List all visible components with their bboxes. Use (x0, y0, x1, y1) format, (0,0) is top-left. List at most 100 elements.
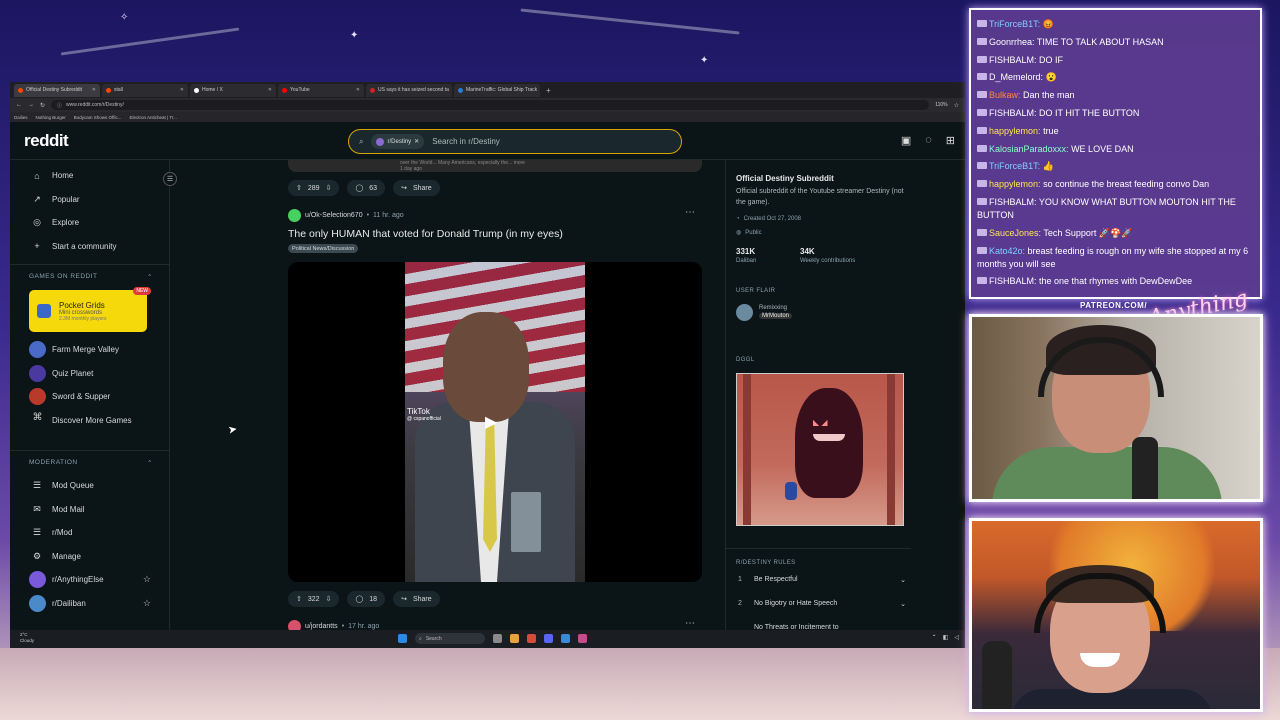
chat-username[interactable]: happylemon: (989, 126, 1041, 136)
play-icon[interactable]: ▶ (485, 412, 505, 432)
taskbar-search[interactable]: ⌕ Search (415, 633, 485, 644)
upvote-icon[interactable]: ⇧ (296, 595, 302, 603)
mod-item[interactable]: ☰ r/Mod (10, 521, 169, 545)
task-view-icon[interactable] (493, 634, 502, 643)
post-author[interactable]: u/jordantts (305, 623, 338, 630)
chat-username[interactable]: D_Memelord: (989, 72, 1043, 82)
user-flair-tag[interactable]: MrMouton (759, 313, 793, 319)
chevron-down-icon[interactable]: ⌄ (900, 600, 906, 608)
chat-username[interactable]: FISHBALM: (989, 55, 1037, 65)
app-icon[interactable] (578, 634, 587, 643)
reload-icon[interactable]: ↻ (40, 102, 45, 109)
community-item[interactable]: r/AnythingElse ☆ (10, 568, 169, 592)
volume-icon[interactable]: ◁ (954, 634, 959, 641)
favorite-star-icon[interactable]: ☆ (143, 574, 151, 585)
favorite-star-icon[interactable]: ☆ (143, 598, 151, 609)
upvote-icon[interactable]: ⇧ (296, 184, 302, 192)
browser-tab[interactable]: Official Destiny Subreddit ✕ (14, 83, 100, 97)
moderation-section-header[interactable]: MODERATION ⌃ (10, 450, 169, 474)
zoom-level[interactable]: 110% (935, 102, 947, 108)
sidebar-item-start-a-community[interactable]: + Start a community (10, 235, 169, 259)
browser-tab[interactable]: MarineTraffic: Global Ship Track✕ (454, 83, 540, 97)
previous-post-media[interactable]: over the World... Many Americans, especi… (288, 160, 702, 172)
search-input[interactable]: ⌕ r/Destiny ✕ Search in r/Destiny (348, 129, 682, 154)
bookmark-item[interactable]: Dailies (14, 115, 28, 120)
close-tab-icon[interactable]: ✕ (180, 87, 184, 93)
post-video[interactable]: TikTok @ cspanofficial ▶ (288, 262, 702, 582)
collapse-sidebar-button[interactable]: ☰ (163, 172, 177, 186)
post-options-icon[interactable]: ⋯ (685, 207, 695, 218)
chat-username[interactable]: Bulkaw: (989, 90, 1021, 100)
close-tab-icon[interactable]: ✕ (92, 87, 96, 93)
browser-tab[interactable]: US says it has seized second ta✕ (366, 83, 452, 97)
weather-widget[interactable]: 2°C Cloudy (20, 632, 34, 644)
mod-item[interactable]: ⚙ Manage (10, 545, 169, 569)
chrome-icon[interactable] (527, 634, 536, 643)
browser-tab[interactable]: YouTube ✕ (278, 83, 364, 97)
site-info-icon[interactable]: ⓘ (57, 102, 62, 109)
file-explorer-icon[interactable] (510, 634, 519, 643)
close-tab-icon[interactable]: ✕ (356, 87, 360, 93)
tray-chevron-icon[interactable]: ⌃ (932, 634, 937, 641)
chat-icon[interactable]: ◌ (925, 134, 932, 147)
chat-username[interactable]: TriForceB1T: (989, 19, 1040, 29)
game-item[interactable]: Farm Merge Valley (10, 338, 169, 362)
advertise-icon[interactable]: ▣ (901, 134, 911, 147)
rule-item[interactable]: 1 Be Respectful ⌄ (736, 576, 906, 584)
post-author[interactable]: u/Ok-Selection670 (305, 212, 363, 219)
post-options-icon[interactable]: ⋯ (685, 618, 695, 629)
reddit-logo[interactable]: reddit (24, 131, 69, 151)
post-title[interactable]: The only HUMAN that voted for Donald Tru… (288, 228, 563, 240)
discord-icon[interactable] (544, 634, 553, 643)
chat-username[interactable]: SauceJones: (989, 228, 1041, 238)
bookmark-star-icon[interactable]: ☆ (954, 102, 959, 109)
chat-username[interactable]: Goonrrhea: (989, 37, 1035, 47)
pocket-grids-card[interactable]: Pocket Grids Mini crosswords 2.3M monthl… (29, 287, 151, 332)
avatar[interactable] (288, 209, 301, 222)
discover-games-link[interactable]: ⌘ Discover More Games (10, 409, 169, 433)
chat-username[interactable]: FISHBALM: (989, 276, 1037, 286)
dggl-image[interactable]: ◣ ◢ (736, 373, 904, 526)
steam-icon[interactable] (561, 634, 570, 643)
chat-username[interactable]: Kato42o: (989, 246, 1025, 256)
subreddit-chip[interactable]: r/Destiny ✕ (371, 134, 425, 149)
network-icon[interactable]: ◧ (943, 634, 949, 641)
game-item[interactable]: Quiz Planet (10, 362, 169, 386)
chat-username[interactable]: FISHBALM: (989, 197, 1037, 207)
comments-button[interactable]: ◯ 63 (347, 180, 386, 196)
url-field[interactable]: ⓘ www.reddit.com/r/Destiny/ (51, 100, 930, 110)
sidebar-item-home[interactable]: ⌂ Home (10, 164, 169, 188)
mod-item[interactable]: ☰ Mod Queue (10, 474, 169, 498)
mod-item[interactable]: ✉ Mod Mail (10, 498, 169, 522)
new-tab-icon[interactable]: + (546, 86, 551, 95)
games-section-header[interactable]: GAMES ON REDDIT ⌃ (10, 264, 169, 288)
browser-tab[interactable]: stall ✕ (102, 83, 188, 97)
chat-username[interactable]: happylemon: (989, 179, 1041, 189)
vote-control[interactable]: ⇧ 322 ⇩ (288, 591, 340, 607)
bookmark-item[interactable]: Nothing Burger (36, 115, 66, 120)
windows-start-icon[interactable] (398, 634, 407, 643)
chat-username[interactable]: FISHBALM: (989, 108, 1037, 118)
chevron-down-icon[interactable]: ⌄ (900, 576, 906, 584)
bookmark-item[interactable]: Electron Anticheat | Tr... (129, 115, 176, 120)
comments-button[interactable]: ◯ 18 (347, 591, 386, 607)
chat-username[interactable]: KalosianParadoxxx: (989, 144, 1069, 154)
rule-item[interactable]: 2 No Bigotry or Hate Speech ⌄ (736, 600, 906, 608)
sidebar-item-popular[interactable]: ↗ Popular (10, 188, 169, 212)
bookmark-item[interactable]: Bodycam Shows Offic... (74, 115, 122, 120)
chip-close-icon[interactable]: ✕ (414, 138, 419, 145)
sidebar-item-explore[interactable]: ◎ Explore (10, 211, 169, 235)
forward-icon[interactable]: → (28, 102, 34, 108)
community-item[interactable]: r/Dailiban ☆ (10, 592, 169, 616)
close-tab-icon[interactable]: ✕ (268, 87, 272, 93)
vote-control[interactable]: ⇧ 289 ⇩ (288, 180, 340, 196)
post-flair[interactable]: Political News/Discussion (288, 244, 359, 253)
create-post-icon[interactable]: ⊞ (946, 134, 955, 147)
share-button[interactable]: ↪ Share (393, 180, 440, 196)
browser-tab[interactable]: Home / X ✕ (190, 83, 276, 97)
downvote-icon[interactable]: ⇩ (326, 595, 332, 603)
game-item[interactable]: Sword & Supper (10, 385, 169, 409)
back-icon[interactable]: ← (16, 102, 22, 108)
share-button[interactable]: ↪ Share (393, 591, 440, 607)
downvote-icon[interactable]: ⇩ (326, 184, 332, 192)
